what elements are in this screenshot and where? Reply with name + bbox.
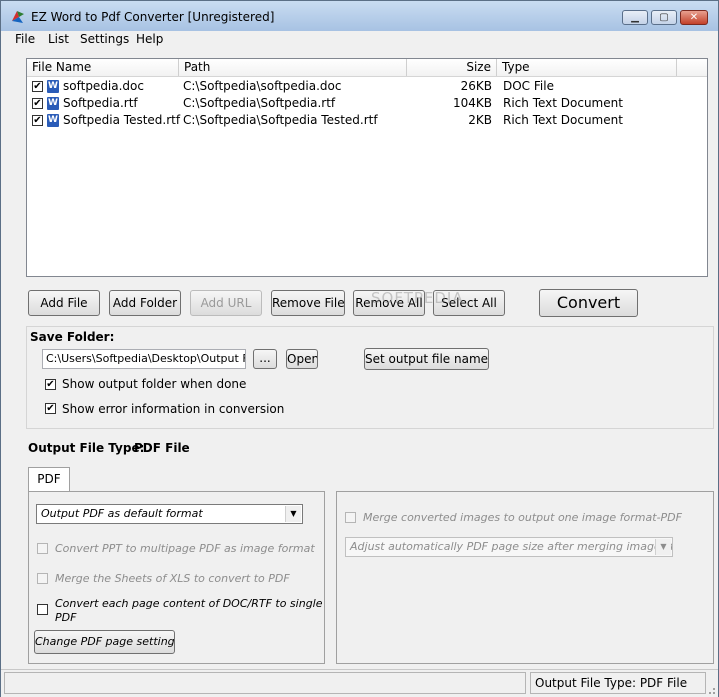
menu-settings[interactable]: Settings bbox=[80, 32, 129, 46]
remove-file-button[interactable]: Remove File bbox=[271, 290, 345, 316]
output-type-label: Output File Type: bbox=[28, 441, 145, 455]
merge-images-checkbox[interactable] bbox=[345, 512, 356, 523]
each-page-label-line2: PDF bbox=[55, 611, 77, 624]
add-url-button[interactable]: Add URL bbox=[190, 290, 262, 316]
set-output-name-button[interactable]: Set output file name bbox=[364, 348, 489, 370]
watermark: SOFTPEDIA bbox=[371, 289, 464, 307]
close-icon: ✕ bbox=[689, 12, 699, 23]
save-folder-label: Save Folder: bbox=[30, 330, 115, 344]
menu-bar: File List Settings Help bbox=[1, 31, 718, 49]
chevron-down-icon[interactable]: ▼ bbox=[285, 506, 301, 522]
resize-grip-icon[interactable] bbox=[706, 685, 716, 695]
close-button[interactable]: ✕ bbox=[680, 10, 708, 25]
file-size: 2KB bbox=[468, 113, 492, 127]
file-name: softpedia.doc bbox=[63, 79, 144, 93]
file-size: 26KB bbox=[460, 79, 492, 93]
each-page-checkbox[interactable] bbox=[37, 604, 48, 615]
convert-button[interactable]: Convert bbox=[539, 289, 638, 317]
menu-help[interactable]: Help bbox=[136, 32, 163, 46]
maximize-button[interactable]: ▢ bbox=[651, 10, 677, 25]
window-title: EZ Word to Pdf Converter [Unregistered] bbox=[31, 10, 275, 24]
merge-images-label: Merge converted images to output one ima… bbox=[363, 511, 682, 524]
pdf-format-select[interactable]: Output PDF as default format ▼ bbox=[36, 504, 303, 524]
ppt-multipage-label: Convert PPT to multipage PDF as image fo… bbox=[55, 542, 315, 555]
tab-pdf[interactable]: PDF bbox=[28, 467, 70, 492]
change-pdf-settings-button[interactable]: Change PDF page settings bbox=[34, 630, 175, 654]
merge-xls-checkbox[interactable] bbox=[37, 573, 48, 584]
file-name: Softpedia.rtf bbox=[63, 96, 138, 110]
file-name: Softpedia Tested.rtf bbox=[63, 113, 181, 127]
save-folder-group: Save Folder: C:\Users\Softpedia\Desktop\… bbox=[26, 326, 714, 429]
file-type: DOC File bbox=[503, 79, 554, 93]
word-document-icon: W bbox=[47, 80, 59, 93]
row-checkbox[interactable]: ✔ bbox=[32, 98, 43, 109]
adjust-page-size-value: Adjust automatically PDF page size after… bbox=[350, 540, 673, 553]
add-folder-button[interactable]: Add Folder bbox=[109, 290, 181, 316]
file-path: C:\Softpedia\Softpedia Tested.rtf bbox=[183, 113, 378, 127]
image-merge-panel: Merge converted images to output one ima… bbox=[336, 491, 714, 664]
app-icon bbox=[12, 11, 24, 23]
show-error-label: Show error information in conversion bbox=[62, 402, 285, 416]
column-path[interactable]: Path bbox=[179, 59, 407, 76]
each-page-label-line1: Convert each page content of DOC/RTF to … bbox=[55, 597, 323, 610]
show-output-folder-label: Show output folder when done bbox=[62, 377, 247, 391]
add-file-button[interactable]: Add File bbox=[28, 290, 100, 316]
menu-list[interactable]: List bbox=[48, 32, 69, 46]
file-list-header: File Name Path Size Type bbox=[27, 59, 707, 77]
open-button[interactable]: Open bbox=[286, 349, 318, 369]
table-row[interactable]: ✔ W softpedia.doc C:\Softpedia\softpedia… bbox=[27, 78, 707, 95]
ppt-multipage-checkbox[interactable] bbox=[37, 543, 48, 554]
file-size: 104KB bbox=[452, 96, 492, 110]
table-row[interactable]: ✔ W Softpedia Tested.rtf C:\Softpedia\So… bbox=[27, 112, 707, 129]
table-row[interactable]: ✔ W Softpedia.rtf C:\Softpedia\Softpedia… bbox=[27, 95, 707, 112]
maximize-icon: ▢ bbox=[659, 12, 669, 23]
output-type-value: PDF File bbox=[134, 441, 190, 455]
word-document-icon: W bbox=[47, 114, 59, 127]
minimize-icon: ▁ bbox=[631, 12, 639, 23]
menu-file[interactable]: File bbox=[15, 32, 35, 46]
column-type[interactable]: Type bbox=[497, 59, 677, 76]
row-checkbox[interactable]: ✔ bbox=[32, 115, 43, 126]
show-output-folder-checkbox[interactable]: ✔ bbox=[45, 379, 56, 390]
column-size[interactable]: Size bbox=[407, 59, 497, 76]
file-type: Rich Text Document bbox=[503, 96, 623, 110]
minimize-button[interactable]: ▁ bbox=[622, 10, 648, 25]
browse-button[interactable]: ... bbox=[253, 349, 277, 369]
pdf-format-value: Output PDF as default format bbox=[41, 507, 203, 520]
chevron-down-icon[interactable]: ▼ bbox=[655, 539, 671, 555]
status-output-type: Output File Type: PDF File bbox=[530, 672, 706, 694]
row-checkbox[interactable]: ✔ bbox=[32, 81, 43, 92]
status-panel-empty bbox=[4, 672, 526, 694]
pdf-options-panel: Output PDF as default format ▼ Convert P… bbox=[28, 491, 325, 664]
file-list[interactable]: File Name Path Size Type ✔ W softpedia.d… bbox=[26, 58, 708, 277]
adjust-page-size-select[interactable]: Adjust automatically PDF page size after… bbox=[345, 537, 673, 557]
word-document-icon: W bbox=[47, 97, 59, 110]
status-bar: Output File Type: PDF File bbox=[1, 669, 718, 697]
file-path: C:\Softpedia\Softpedia.rtf bbox=[183, 96, 336, 110]
merge-xls-label: Merge the Sheets of XLS to convert to PD… bbox=[55, 572, 290, 585]
file-path: C:\Softpedia\softpedia.doc bbox=[183, 79, 342, 93]
main-window: EZ Word to Pdf Converter [Unregistered] … bbox=[0, 0, 719, 697]
title-bar[interactable]: EZ Word to Pdf Converter [Unregistered] … bbox=[1, 1, 718, 31]
output-folder-input[interactable]: C:\Users\Softpedia\Desktop\Output Files bbox=[42, 349, 246, 369]
file-type: Rich Text Document bbox=[503, 113, 623, 127]
show-error-checkbox[interactable]: ✔ bbox=[45, 403, 56, 414]
column-file-name[interactable]: File Name bbox=[27, 59, 179, 76]
